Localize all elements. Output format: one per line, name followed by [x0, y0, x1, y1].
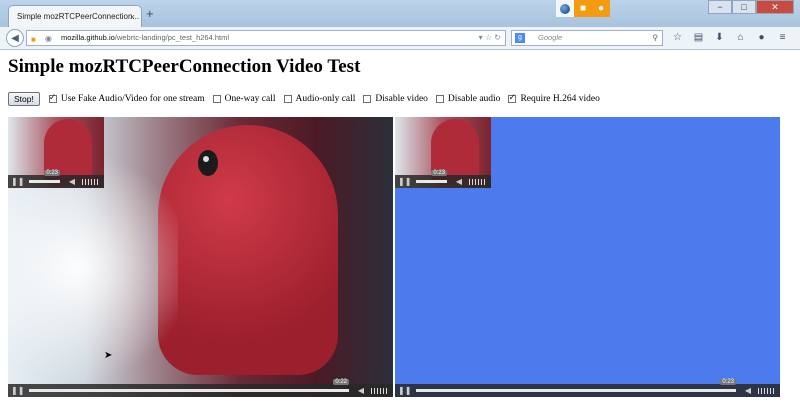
search-placeholder: Google: [538, 33, 563, 42]
google-engine-icon[interactable]: g: [515, 33, 525, 43]
pip-time: 0:23: [44, 170, 60, 176]
disable-audio-checkbox[interactable]: [435, 95, 444, 103]
sharing-indicators: ■ ●: [556, 0, 610, 17]
pause-icon[interactable]: ❚❚: [398, 386, 411, 395]
volume-slider[interactable]: [82, 178, 100, 185]
close-button[interactable]: ✕: [756, 0, 794, 14]
camera-icon[interactable]: ■: [574, 0, 592, 17]
local-pip-video[interactable]: ❚❚ 0:23 ◀: [8, 117, 104, 188]
volume-icon[interactable]: ◀: [742, 386, 754, 395]
pip-controls: ❚❚ 0:23 ◀: [395, 170, 491, 188]
volume-slider[interactable]: [469, 178, 487, 185]
controls-row: Stop! Use Fake Audio/Video for one strea…: [8, 92, 605, 106]
window-controls: − □ ✕: [708, 0, 794, 14]
volume-icon[interactable]: ◀: [66, 177, 78, 186]
camera-icon[interactable]: ■: [31, 33, 36, 47]
tab-title: Simple mozRTCPeerConnection...: [17, 12, 140, 21]
bookmark-star-icon[interactable]: ☆: [668, 30, 687, 46]
reload-icon[interactable]: ▾ ☆ ↻: [479, 31, 501, 45]
one-way-checkbox[interactable]: [212, 95, 221, 103]
audio-only-checkbox[interactable]: [283, 95, 292, 103]
volume-slider[interactable]: [758, 387, 776, 394]
url-path: /webrtc-landing/pc_test_h264.html: [114, 33, 230, 42]
video-controls: ❚❚ 0:22 ◀: [8, 379, 393, 397]
require-h264-label: Require H.264 video: [520, 94, 600, 104]
volume-icon[interactable]: ◀: [453, 177, 465, 186]
nav-bar: ◀ ■ ◉ mozilla.github.io/webrtc-landing/p…: [0, 27, 800, 50]
dinosaur-plush-image: [158, 125, 338, 375]
globe-icon[interactable]: [556, 0, 574, 17]
url-host: mozilla.github.io: [61, 33, 115, 42]
pip-progress-bar[interactable]: 0:23: [29, 170, 60, 183]
fake-av-label: Use Fake Audio/Video for one stream: [60, 94, 205, 104]
disable-audio-label: Disable audio: [447, 94, 501, 104]
site-identity-icon[interactable]: ◉: [45, 32, 52, 46]
toolbar-icons: ☆ ▤ ⬇ ⌂ ● ≡: [668, 30, 792, 46]
one-way-label: One-way call: [224, 94, 276, 104]
remote-video[interactable]: ❚❚ 0:23 ◀ ❚❚ 0:23 ◀: [395, 117, 780, 397]
remote-pip-video[interactable]: ❚❚ 0:23 ◀: [395, 117, 491, 188]
url-bar[interactable]: ■ ◉ mozilla.github.io/webrtc-landing/pc_…: [26, 30, 506, 46]
new-tab-button[interactable]: +: [146, 6, 154, 21]
stop-button[interactable]: Stop!: [8, 92, 40, 106]
tab-bar: Simple mozRTCPeerConnection... × + ■ ● −…: [0, 0, 800, 27]
search-icon[interactable]: ⚲: [653, 31, 659, 45]
local-video[interactable]: ❚❚ 0:23 ◀ ❚❚ 0:22 ◀: [8, 117, 393, 397]
home-icon[interactable]: ⌂: [731, 30, 750, 46]
menu-icon[interactable]: ≡: [773, 30, 792, 46]
progress-bar[interactable]: 0:23: [416, 379, 736, 392]
microphone-icon[interactable]: ●: [592, 0, 610, 17]
pip-time: 0:23: [431, 170, 447, 176]
volume-slider[interactable]: [371, 387, 389, 394]
back-arrow-icon[interactable]: ◀: [6, 29, 24, 47]
minimize-button[interactable]: −: [708, 0, 732, 14]
video-controls: ❚❚ 0:23 ◀: [395, 379, 780, 397]
maximize-button[interactable]: □: [732, 0, 756, 14]
progress-bar[interactable]: 0:22: [29, 379, 349, 392]
search-input[interactable]: g Google ⚲: [511, 30, 663, 46]
page-title: Simple mozRTCPeerConnection Video Test: [8, 56, 361, 77]
mouse-cursor-icon: ➤: [104, 350, 113, 361]
page-content: Simple mozRTCPeerConnection Video Test S…: [0, 50, 800, 414]
browser-tab[interactable]: Simple mozRTCPeerConnection... ×: [8, 5, 142, 27]
audio-only-label: Audio-only call: [295, 94, 356, 104]
pip-controls: ❚❚ 0:23 ◀: [8, 170, 104, 188]
pip-progress-bar[interactable]: 0:23: [416, 170, 447, 183]
chat-icon[interactable]: ●: [752, 30, 771, 46]
tab-close-icon[interactable]: ×: [130, 6, 135, 28]
pause-icon[interactable]: ❚❚: [398, 177, 411, 186]
disable-video-checkbox[interactable]: [363, 95, 372, 103]
fake-av-checkbox[interactable]: [48, 92, 57, 103]
download-icon[interactable]: ⬇: [710, 30, 729, 46]
volume-icon[interactable]: ◀: [355, 386, 367, 395]
require-h264-checkbox[interactable]: [508, 92, 517, 103]
pause-icon[interactable]: ❚❚: [11, 386, 24, 395]
video-time: 0:23: [720, 379, 736, 385]
pause-icon[interactable]: ❚❚: [11, 177, 24, 186]
disable-video-label: Disable video: [375, 94, 428, 104]
video-time: 0:22: [333, 379, 349, 385]
clipboard-icon[interactable]: ▤: [689, 30, 708, 46]
